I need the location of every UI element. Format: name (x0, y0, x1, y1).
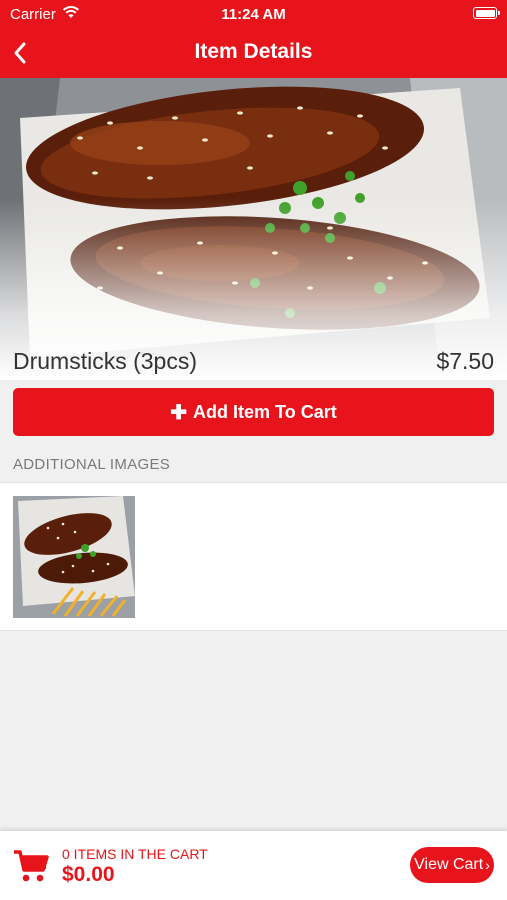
status-bar: Carrier 11:24 AM (0, 0, 507, 28)
thumbnail-photo (13, 496, 135, 618)
additional-images-panel (0, 482, 507, 631)
chevron-right-icon: › (485, 857, 490, 873)
plus-icon: ✚ (170, 401, 188, 424)
clock: 11:24 AM (221, 6, 286, 23)
item-name: Drumsticks (3pcs) (13, 348, 198, 374)
view-cart-button[interactable]: View Cart › (410, 847, 494, 883)
cart-item-count: 0 ITEMS IN THE CART (62, 846, 208, 862)
view-cart-label: View Cart (414, 856, 484, 873)
cart-bar: 0 ITEMS IN THE CART $0.00 View Cart › (0, 831, 507, 900)
add-to-cart-button[interactable]: ✚ Add Item To Cart (13, 388, 494, 436)
additional-images-header: ADDITIONAL IMAGES (13, 456, 171, 473)
add-to-cart-label: Add Item To Cart (193, 401, 337, 422)
header: Carrier 11:24 AM Item Details (0, 0, 507, 78)
item-hero-image: Drumsticks (3pcs) $7.50 (0, 78, 507, 380)
battery-icon (473, 7, 500, 19)
cart-icon[interactable] (12, 849, 50, 888)
page-title: Item Details (194, 40, 313, 63)
item-price: $7.50 (436, 348, 494, 374)
cart-total: $0.00 (62, 863, 115, 886)
additional-image-thumbnail[interactable] (13, 496, 135, 618)
